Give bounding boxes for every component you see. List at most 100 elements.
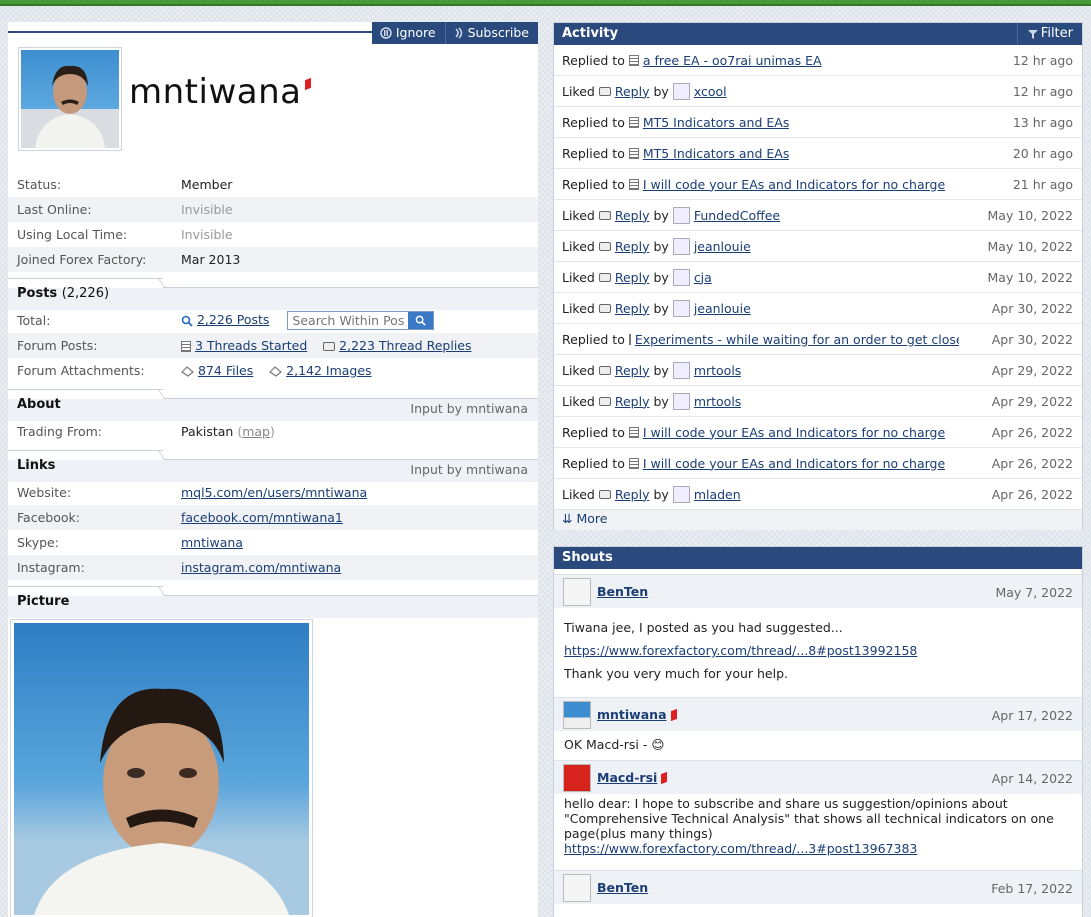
username: mntiwana bbox=[129, 72, 312, 112]
activity-thread-link[interactable]: Experiments - while waiting for an order… bbox=[635, 332, 959, 347]
search-posts-button[interactable] bbox=[408, 312, 434, 329]
shout-header: BenTen May 7, 2022 bbox=[554, 574, 1082, 608]
posts-section-header: Posts (2,226) bbox=[8, 278, 538, 310]
total-posts-link[interactable]: 2,226 Posts bbox=[197, 312, 269, 327]
activity-title: Activity Filter bbox=[554, 23, 1082, 45]
facebook-link[interactable]: facebook.com/mntiwana1 bbox=[181, 510, 343, 525]
avatar[interactable] bbox=[672, 206, 690, 224]
activity-verb: Replied to bbox=[562, 176, 625, 192]
files-link[interactable]: 874 Files bbox=[198, 363, 253, 378]
activity-target-link[interactable]: Reply bbox=[615, 84, 650, 99]
search-within-posts bbox=[287, 311, 435, 330]
shout-link[interactable]: https://www.forexfactory.com/thread/...3… bbox=[564, 841, 917, 856]
activity-target-link[interactable]: Reply bbox=[615, 208, 650, 223]
activity-verb: Replied to bbox=[562, 455, 625, 471]
field-joined: Joined Forex Factory: Mar 2013 bbox=[8, 247, 538, 272]
activity-target-link[interactable]: Reply bbox=[615, 487, 650, 502]
activity-target-link[interactable]: Reply bbox=[615, 270, 650, 285]
activity-row: Liked Reply by mrtools Apr 29, 2022 bbox=[554, 386, 1082, 417]
reply-icon bbox=[598, 272, 611, 282]
avatar[interactable] bbox=[563, 700, 591, 729]
activity-user-link[interactable]: xcool bbox=[694, 84, 727, 99]
avatar[interactable] bbox=[563, 763, 591, 792]
by-label: by bbox=[653, 269, 669, 285]
activity-time: Apr 29, 2022 bbox=[985, 363, 1073, 378]
avatar bbox=[18, 47, 122, 151]
thread-replies-link[interactable]: 2,223 Thread Replies bbox=[339, 338, 471, 353]
subscribe-button[interactable]: Subscribe bbox=[444, 22, 538, 44]
instagram-link[interactable]: instagram.com/mntiwana bbox=[181, 560, 341, 575]
avatar[interactable] bbox=[672, 361, 690, 379]
shout-body: hello dear: I hope to subscribe and shar… bbox=[564, 796, 1054, 856]
activity-verb: Liked bbox=[562, 393, 595, 409]
activity-time: 20 hr ago bbox=[1006, 146, 1073, 161]
skype-link[interactable]: mntiwana bbox=[181, 535, 243, 550]
activity-thread-link[interactable]: I will code your EAs and Indicators for … bbox=[643, 456, 945, 471]
activity-row: Liked Reply by jeanlouie May 10, 2022 bbox=[554, 231, 1082, 262]
activity-user-link[interactable]: mrtools bbox=[694, 363, 742, 378]
more-link[interactable]: ⇊ More bbox=[554, 510, 1082, 530]
activity-thread-link[interactable]: I will code your EAs and Indicators for … bbox=[643, 425, 945, 440]
thread-icon bbox=[628, 116, 639, 128]
avatar[interactable] bbox=[563, 577, 591, 606]
skype-row: Skype: mntiwana bbox=[17, 535, 243, 550]
activity-user-link[interactable]: jeanlouie bbox=[694, 301, 751, 316]
activity-row: Replied to MT5 Indicators and EAs 20 hr a… bbox=[554, 138, 1082, 169]
image-attachment-icon bbox=[269, 366, 283, 377]
threads-started-link[interactable]: 3 Threads Started bbox=[195, 338, 307, 353]
activity-verb: Replied to bbox=[562, 424, 625, 440]
activity-user-link[interactable]: mladen bbox=[694, 487, 741, 502]
avatar[interactable] bbox=[672, 237, 690, 255]
shout-author[interactable]: Macd-rsi bbox=[597, 770, 657, 785]
website-link[interactable]: mql5.com/en/users/mntiwana bbox=[181, 485, 367, 500]
ignore-button[interactable]: Ignore bbox=[372, 22, 445, 44]
activity-thread-link[interactable]: a free EA - oo7rai unimas EA bbox=[643, 53, 822, 68]
shout-author[interactable]: mntiwana bbox=[597, 707, 667, 722]
avatar[interactable] bbox=[672, 299, 690, 317]
avatar[interactable] bbox=[672, 485, 690, 503]
activity-verb: Liked bbox=[562, 207, 595, 223]
shout-body: OK Macd-rsi - 😊 bbox=[564, 737, 665, 752]
activity-target-link[interactable]: Reply bbox=[615, 363, 650, 378]
activity-time: May 10, 2022 bbox=[981, 270, 1073, 285]
activity-time: 12 hr ago bbox=[1006, 53, 1073, 68]
avatar[interactable] bbox=[672, 392, 690, 410]
search-posts-input[interactable] bbox=[288, 312, 409, 329]
images-link[interactable]: 2,142 Images bbox=[286, 363, 371, 378]
activity-target-link[interactable]: Reply bbox=[615, 394, 650, 409]
activity-user-link[interactable]: cja bbox=[694, 270, 712, 285]
ignore-icon bbox=[380, 27, 392, 39]
activity-verb: Liked bbox=[562, 238, 595, 254]
activity-time: Apr 26, 2022 bbox=[985, 456, 1073, 471]
activity-row: Replied to I will code your EAs and Indi… bbox=[554, 169, 1082, 200]
avatar[interactable] bbox=[563, 873, 591, 902]
activity-verb: Liked bbox=[562, 83, 595, 99]
activity-user-link[interactable]: jeanlouie bbox=[694, 239, 751, 254]
by-label: by bbox=[653, 362, 669, 378]
activity-verb: Replied to bbox=[562, 114, 625, 130]
activity-time: 21 hr ago bbox=[1006, 177, 1073, 192]
avatar[interactable] bbox=[672, 82, 690, 100]
activity-row: Replied to Experiments - while waiting f… bbox=[554, 324, 1082, 355]
activity-thread-link[interactable]: I will code your EAs and Indicators for … bbox=[643, 177, 945, 192]
activity-thread-link[interactable]: MT5 Indicators and EAs bbox=[643, 146, 790, 161]
shout-link[interactable]: https://www.forexfactory.com/thread/...8… bbox=[564, 643, 917, 658]
filter-button[interactable]: Filter bbox=[1016, 23, 1082, 45]
filter-icon bbox=[1027, 30, 1038, 39]
activity-time: 12 hr ago bbox=[1006, 84, 1073, 99]
field-local-time: Using Local Time: Invisible bbox=[17, 227, 233, 242]
activity-target-link[interactable]: Reply bbox=[615, 239, 650, 254]
activity-target-link[interactable]: Reply bbox=[615, 301, 650, 316]
activity-user-link[interactable]: FundedCoffee bbox=[694, 208, 780, 223]
subscribe-icon bbox=[455, 27, 462, 39]
activity-verb: Replied to bbox=[562, 52, 625, 68]
shout-header: Macd-rsi Apr 14, 2022 bbox=[554, 760, 1082, 794]
activity-thread-link[interactable]: MT5 Indicators and EAs bbox=[643, 115, 790, 130]
activity-user-link[interactable]: mrtools bbox=[694, 394, 742, 409]
map-link[interactable]: map bbox=[242, 424, 270, 439]
avatar[interactable] bbox=[672, 268, 690, 286]
shouts-panel: Shouts BenTen May 7, 2022 Tiwana jee, I … bbox=[553, 546, 1083, 917]
shout-author[interactable]: BenTen bbox=[597, 880, 648, 895]
shout-author[interactable]: BenTen bbox=[597, 584, 648, 599]
activity-row: Liked Reply by xcool 12 hr ago bbox=[554, 76, 1082, 107]
